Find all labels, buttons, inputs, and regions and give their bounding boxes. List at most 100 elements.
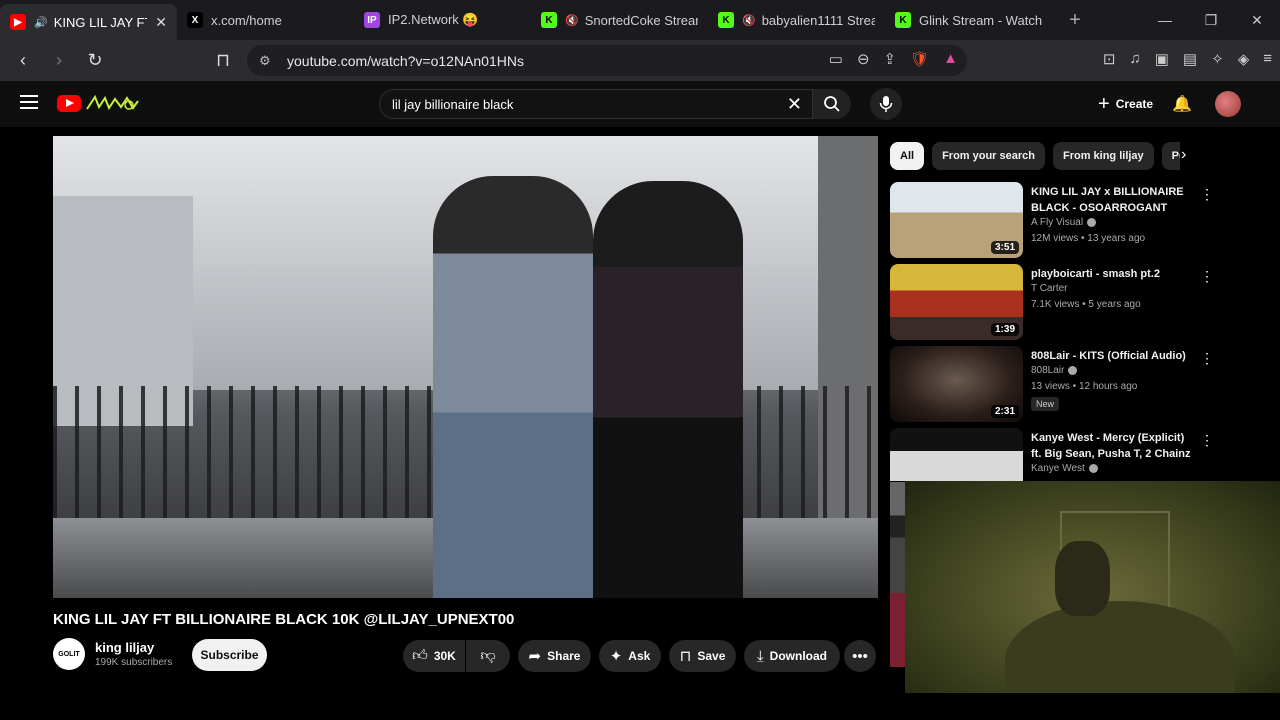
tab-snortedcoke-stream[interactable]: K 🔇 SnortedCoke Stream: [531, 0, 708, 40]
create-button[interactable]: + Create: [1086, 89, 1165, 119]
muted-speaker-icon[interactable]: 🔇: [565, 14, 579, 27]
chip-popular[interactable]: Popular: [1161, 142, 1180, 170]
video-thumbnail[interactable]: 2:31: [890, 346, 1023, 422]
ip2-icon: IP: [364, 12, 380, 28]
more-vertical-icon[interactable]: ⋮: [1200, 268, 1214, 285]
minimize-icon[interactable]: —: [1142, 0, 1188, 40]
cast-icon[interactable]: ▭: [829, 50, 843, 68]
window-controls: — ❐ ✕: [1142, 0, 1280, 40]
bookmark-icon[interactable]: ⊓: [208, 45, 238, 75]
subscriber-count: 199K subscribers: [95, 657, 173, 668]
filter-chips: All From your search From king liljay Po…: [890, 142, 1180, 170]
site-settings-icon[interactable]: ⚙: [259, 53, 275, 69]
recommendation-channel: 808Lair: [1031, 365, 1078, 376]
notifications-bell-icon[interactable]: 🔔: [1172, 94, 1192, 114]
sparkle-icon: ✦: [609, 648, 623, 665]
duration-badge: 1:39: [990, 323, 1019, 336]
webcam-person-body: [1005, 601, 1235, 693]
thumbs-down-icon: 👎︎: [480, 647, 496, 664]
more-vertical-icon[interactable]: ⋮: [1200, 432, 1210, 449]
channel-label: Kanye West: [1031, 463, 1085, 474]
subscribe-button[interactable]: Subscribe: [192, 639, 267, 671]
speaker-icon[interactable]: 🔊: [34, 16, 48, 29]
more-vertical-icon[interactable]: ⋮: [1200, 186, 1214, 203]
youtube-logo-icon[interactable]: [57, 95, 81, 112]
channel-label: T Carter: [1031, 283, 1068, 294]
tab-label: IP2.Network 😝: [388, 12, 479, 27]
wallet-icon[interactable]: ▤: [1183, 50, 1197, 68]
chip-all[interactable]: All: [890, 142, 925, 170]
share-button[interactable]: ➦ Share: [518, 640, 591, 672]
chip-from-channel[interactable]: From king liljay: [1052, 142, 1154, 170]
more-vertical-icon[interactable]: ⋮: [1200, 350, 1214, 367]
account-avatar[interactable]: [1215, 91, 1241, 117]
recommendation-item[interactable]: Kanye West - Mercy (Explicit) ft. Big Se…: [890, 428, 1210, 481]
save-button[interactable]: ⊓ Save: [669, 640, 736, 672]
kick-icon: K: [541, 12, 557, 28]
hamburger-menu-icon[interactable]: [20, 95, 38, 109]
share-label: Share: [547, 649, 581, 663]
tab-search-icon[interactable]: ⊡: [1103, 50, 1116, 68]
create-label: Create: [1115, 97, 1154, 111]
sidebar-icon[interactable]: ▣: [1155, 50, 1169, 68]
chevron-right-icon[interactable]: ›: [1181, 146, 1186, 164]
youtube-doodle-logo[interactable]: [85, 93, 140, 113]
tab-ip2-network[interactable]: IP IP2.Network 😝: [354, 0, 531, 40]
reload-icon[interactable]: ↻: [80, 46, 110, 76]
hidden-thumbnails-strip: [890, 482, 905, 667]
video-frame-person-left: [433, 176, 593, 598]
recommendation-title[interactable]: playboicarti - smash pt.2: [1031, 266, 1196, 282]
voice-search-button[interactable]: [870, 88, 902, 120]
brave-shields-icon[interactable]: 🛡: [910, 50, 929, 68]
close-window-icon[interactable]: ✕: [1234, 0, 1280, 40]
download-button[interactable]: ⤓ Download: [744, 640, 840, 672]
tab-youtube-video[interactable]: ▶ 🔊 KING LIL JAY FT B ✕: [0, 4, 177, 40]
tab-glink-stream[interactable]: K Glink Stream - Watch Li: [885, 0, 1055, 40]
share-icon[interactable]: ⇪: [884, 50, 897, 68]
video-thumbnail[interactable]: 3:51: [890, 182, 1023, 258]
channel-avatar[interactable]: GOLIT: [53, 638, 85, 670]
video-title: KING LIL JAY FT BILLIONAIRE BLACK 10K @L…: [53, 611, 515, 628]
restore-icon[interactable]: ❐: [1188, 0, 1234, 40]
chip-from-your-search[interactable]: From your search: [932, 142, 1045, 170]
clear-search-icon[interactable]: ✕: [787, 94, 802, 115]
search-input[interactable]: lil jay billionaire black ✕: [379, 89, 813, 119]
more-horizontal-icon: •••: [852, 647, 868, 665]
back-icon[interactable]: ‹: [8, 46, 38, 76]
brave-rewards-icon[interactable]: ▲: [943, 50, 958, 68]
verified-icon: [1088, 463, 1098, 473]
tab-x-home[interactable]: X x.com/home: [177, 0, 354, 40]
muted-speaker-icon[interactable]: 🔇: [742, 14, 756, 27]
more-actions-button[interactable]: •••: [844, 640, 876, 672]
new-tab-button[interactable]: +: [1055, 9, 1095, 32]
recommendation-title[interactable]: KING LIL JAY x BILLIONAIRE BLACK - OSOAR…: [1031, 184, 1196, 216]
share-arrow-icon: ➦: [528, 648, 542, 665]
ask-button[interactable]: ✦ Ask: [599, 640, 661, 672]
menu-icon[interactable]: ≡: [1263, 50, 1272, 68]
recommendation-channel: T Carter: [1031, 283, 1068, 294]
media-icon[interactable]: ♫: [1129, 50, 1140, 68]
vpn-icon[interactable]: ◈: [1238, 50, 1250, 68]
leo-ai-icon[interactable]: ✧: [1211, 50, 1224, 68]
recommendation-title[interactable]: 808Lair - KITS (Official Audio): [1031, 348, 1196, 364]
channel-name[interactable]: king liljay: [95, 640, 154, 655]
close-icon[interactable]: ✕: [147, 14, 167, 31]
plus-icon: +: [1098, 92, 1110, 115]
kick-icon: K: [895, 12, 911, 28]
tab-babyalien-stream[interactable]: K 🔇 babyalien1111 Strea: [708, 0, 885, 40]
video-thumbnail[interactable]: 1:39: [890, 264, 1023, 340]
recommendation-title[interactable]: Kanye West - Mercy (Explicit) ft. Big Se…: [1031, 430, 1196, 462]
verified-icon: [1068, 365, 1078, 375]
duration-badge: 3:51: [990, 241, 1019, 254]
recommendation-item[interactable]: 3:51 KING LIL JAY x BILLIONAIRE BLACK - …: [890, 182, 1214, 260]
zoom-icon[interactable]: ⊖: [857, 50, 870, 68]
recommendation-item[interactable]: 2:31 808Lair - KITS (Official Audio) 808…: [890, 346, 1214, 424]
dislike-button[interactable]: 👎︎: [466, 640, 510, 672]
search-button[interactable]: [813, 89, 851, 119]
like-button[interactable]: 👍︎ 30K: [403, 640, 465, 672]
recommendation-item[interactable]: 1:39 playboicarti - smash pt.2 T Carter …: [890, 264, 1214, 342]
video-thumbnail[interactable]: [890, 428, 1023, 481]
forward-icon[interactable]: ›: [44, 46, 74, 76]
video-player[interactable]: [53, 136, 878, 598]
save-label: Save: [697, 649, 726, 663]
